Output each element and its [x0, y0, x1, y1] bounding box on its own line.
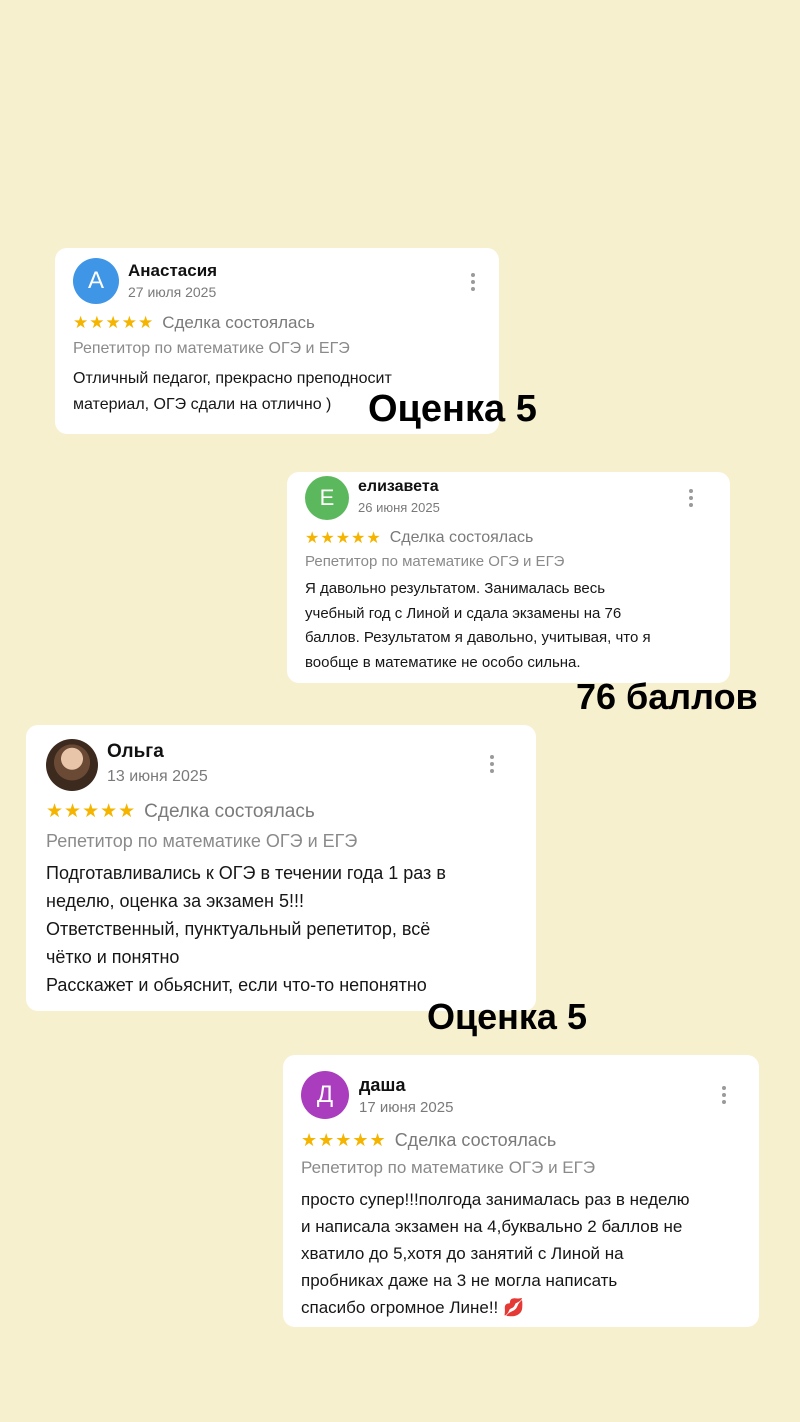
review-text: Отличный педагог, прекрасно преподносит … — [73, 366, 392, 418]
more-options-icon[interactable] — [489, 755, 495, 773]
review-text-line: Подготавливались к ОГЭ в течении года 1 … — [46, 863, 446, 883]
reviewer-name: Ольга — [107, 741, 164, 762]
deal-status: Сделка состоялась — [394, 1130, 557, 1150]
deal-status: Сделка состоялась — [389, 529, 534, 546]
avatar: Д — [301, 1071, 349, 1119]
review-date: 13 июня 2025 — [107, 768, 208, 785]
review-text-line: спасибо огромное Лине!! 💋 — [301, 1298, 525, 1317]
review-card-2: Е елизавета 26 июня 2025 ★★★★★ Сделка со… — [287, 472, 730, 683]
review-text-line: Расскажет и обьяснит, если что-то непоня… — [46, 975, 427, 995]
service-name: Репетитор по математике ОГЭ и ЕГЭ — [301, 1158, 596, 1177]
caption-score: 76 баллов — [576, 676, 758, 717]
more-options-icon[interactable] — [688, 489, 694, 507]
review-text-line: пробниках даже на 3 не могла написать — [301, 1271, 618, 1290]
reviewer-name: елизавета — [358, 478, 439, 495]
reviewer-name: Анастасия — [128, 261, 218, 280]
review-text-line: Я давольно результатом. Занималась весь — [305, 580, 606, 597]
stars-icon: ★★★★★ — [305, 530, 382, 547]
review-text-line: хватило до 5,хотя до занятий с Линой на — [301, 1244, 624, 1263]
reviewer-name: даша — [359, 1075, 406, 1095]
review-text-line: неделю, оценка за экзамен 5!!! — [46, 891, 304, 911]
review-text-line: вообще в математике не особо сильна. — [305, 653, 581, 671]
review-date: 17 июня 2025 — [359, 1099, 454, 1116]
review-text-line: учебный год с Линой и сдала экзамены на … — [305, 604, 622, 622]
avatar: Е — [305, 476, 349, 520]
review-text-line: Ответственный, пунктуальный репетитор, в… — [46, 919, 431, 939]
avatar: А — [73, 258, 119, 304]
more-options-icon[interactable] — [721, 1086, 727, 1104]
caption-grade: Оценка 5 — [368, 388, 537, 430]
review-text-line: и написала экзамен на 4,буквально 2 балл… — [301, 1217, 683, 1236]
review-text: Подготавливались к ОГЭ в течении года 1 … — [46, 859, 446, 999]
service-name: Репетитор по математике ОГЭ и ЕГЭ — [305, 553, 565, 570]
caption-grade: Оценка 5 — [427, 996, 587, 1037]
review-text: Я давольно результатом. Занималась весь … — [305, 577, 651, 675]
rating-row: ★★★★★ Сделка состоялась — [301, 1130, 556, 1151]
review-text-line: просто супер!!!полгода занималась раз в … — [301, 1190, 690, 1209]
stars-icon: ★★★★★ — [73, 313, 155, 332]
review-card-3: Ольга 13 июня 2025 ★★★★★ Сделка состояла… — [26, 725, 536, 1011]
stars-icon: ★★★★★ — [46, 801, 137, 822]
review-card-4: Д даша 17 июня 2025 ★★★★★ Сделка состоял… — [283, 1055, 759, 1327]
rating-row: ★★★★★ Сделка состоялась — [305, 528, 533, 548]
service-name: Репетитор по математике ОГЭ и ЕГЭ — [73, 340, 350, 357]
deal-status: Сделка состоялась — [162, 313, 315, 332]
review-text-line: материал, ОГЭ сдали на отлично ) — [73, 396, 332, 413]
review-text-line: Отличный педагог, прекрасно преподносит — [73, 370, 392, 387]
rating-row: ★★★★★ Сделка состоялась — [73, 313, 315, 333]
more-options-icon[interactable] — [470, 273, 476, 291]
avatar-photo — [46, 739, 98, 791]
service-name: Репетитор по математике ОГЭ и ЕГЭ — [46, 831, 358, 851]
review-date: 27 июля 2025 — [128, 284, 217, 300]
rating-row: ★★★★★ Сделка состоялась — [46, 800, 315, 823]
review-date: 26 июня 2025 — [358, 500, 440, 515]
deal-status: Сделка состоялась — [144, 800, 315, 822]
review-text: просто супер!!!полгода занималась раз в … — [301, 1186, 690, 1321]
stars-icon: ★★★★★ — [301, 1130, 387, 1150]
review-text-line: чётко и понятно — [46, 947, 180, 967]
review-text-line: баллов. Результатом я давольно, учитывая… — [305, 629, 651, 646]
